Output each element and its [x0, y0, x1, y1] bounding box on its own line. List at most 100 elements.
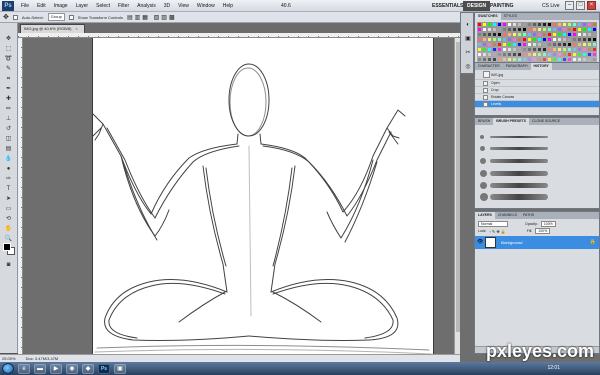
show-transform-label: Show Transform Controls	[77, 14, 123, 20]
menu-image[interactable]: Image	[50, 3, 72, 9]
tab-layers[interactable]: LAYERS	[475, 212, 495, 219]
zoom-icon[interactable]: 🔍	[3, 235, 14, 243]
document-canvas[interactable]	[93, 38, 433, 354]
blur-icon[interactable]: 💧	[3, 155, 14, 163]
folder-icon[interactable]: ▬	[34, 363, 46, 374]
align-icons[interactable]: ▤▥▦ ▧▨▩	[127, 14, 177, 21]
menu-3d[interactable]: 3D	[160, 3, 174, 9]
history-item-selected[interactable]: Levels	[475, 101, 599, 108]
quick-select-icon[interactable]: ✎	[3, 65, 14, 73]
marquee-icon[interactable]: ⬚	[3, 45, 14, 53]
zoom-status[interactable]: 25.00%	[2, 356, 16, 361]
hand-icon[interactable]: ✋	[3, 225, 14, 233]
tab-swatches[interactable]: SWATCHES	[475, 13, 501, 20]
brush-preset[interactable]	[478, 156, 596, 166]
menu-file[interactable]: File	[17, 3, 33, 9]
tab-history[interactable]: HISTORY	[530, 63, 552, 70]
quick-mask-icon[interactable]: ◙	[3, 261, 14, 269]
windows-taskbar: e ▬ ▶ ◉ ◆ Ps ▣ 12:01	[0, 362, 600, 375]
brush-preset[interactable]	[478, 192, 596, 202]
tab-brush-presets[interactable]: BRUSH PRESETS	[493, 118, 530, 125]
menu-edit[interactable]: Edit	[33, 3, 50, 9]
menu-help[interactable]: Help	[219, 3, 237, 9]
show-transform-checkbox[interactable]	[68, 14, 74, 20]
document-tab-bar: IMG.jpg @ 40.6% (RGB/8) ×	[18, 23, 460, 33]
blend-mode-dropdown[interactable]: Normal	[478, 221, 508, 227]
ie-icon[interactable]: e	[18, 363, 30, 374]
lock-icons[interactable]: ▫ ✎ ✥ 🔒	[489, 229, 505, 234]
workspace-painting[interactable]: PAINTING	[486, 1, 518, 11]
history-snapshot[interactable]: IMG.jpg	[475, 70, 599, 80]
eye-icon[interactable]: 👁	[477, 239, 483, 245]
tools-presets-icon[interactable]: ✂	[464, 49, 472, 57]
menu-window[interactable]: Window	[193, 3, 219, 9]
brush-stroke-preview	[490, 136, 548, 138]
3d-rotate-icon[interactable]: ⟲	[3, 215, 14, 223]
move-tool-icon[interactable]: ✥	[3, 13, 9, 21]
canvas-workspace[interactable]	[23, 38, 460, 354]
layer-background[interactable]: 👁 Background 🔒	[475, 236, 599, 249]
move-icon[interactable]: ✥	[3, 35, 14, 43]
lasso-icon[interactable]: ➰	[3, 55, 14, 63]
cs-live-button[interactable]: CS Live	[538, 3, 564, 9]
close-button[interactable]: ×	[587, 1, 596, 10]
brush-preset[interactable]	[478, 144, 596, 154]
shape-icon[interactable]: ▭	[3, 205, 14, 213]
menu-filter[interactable]: Filter	[114, 3, 133, 9]
brush-preset[interactable]	[478, 168, 596, 178]
system-clock[interactable]: 12:01	[547, 365, 560, 371]
media-icon[interactable]: ▶	[50, 363, 62, 374]
browser-icon[interactable]: ◉	[66, 363, 78, 374]
healing-brush-icon[interactable]: ✚	[3, 95, 14, 103]
tab-brush[interactable]: BRUSH	[475, 118, 493, 125]
menu-view[interactable]: View	[174, 3, 193, 9]
menu-layer[interactable]: Layer	[72, 3, 93, 9]
eraser-icon[interactable]: ◫	[3, 135, 14, 143]
adjustments-panel-icon[interactable]: ▣	[464, 35, 472, 43]
path-select-icon[interactable]: ➤	[3, 195, 14, 203]
menu-analysis[interactable]: Analysis	[133, 3, 160, 9]
tab-paths[interactable]: PATHS	[520, 212, 537, 219]
gradient-icon[interactable]: ▤	[3, 145, 14, 153]
history-item-label: IMG.jpg	[491, 72, 504, 77]
close-tab-icon[interactable]: ×	[75, 26, 77, 31]
start-button[interactable]	[2, 363, 14, 374]
history-step-icon	[483, 95, 488, 100]
history-brush-icon[interactable]: ↺	[3, 125, 14, 133]
app-icon[interactable]: ▣	[114, 363, 126, 374]
brush-preset[interactable]	[478, 132, 596, 142]
history-item[interactable]: Open	[475, 80, 599, 87]
workspace-essentials[interactable]: ESSENTIALS	[428, 1, 467, 11]
opacity-field[interactable]: 100%	[540, 221, 556, 227]
options-bar: ✥ Auto-Select: Group Show Transform Cont…	[0, 12, 460, 23]
crop-icon[interactable]: ⌗	[3, 75, 14, 83]
clone-stamp-icon[interactable]: ⊥	[3, 115, 14, 123]
app-icon[interactable]: ◆	[82, 363, 94, 374]
tab-clone-source[interactable]: CLONE SOURCE	[529, 118, 563, 125]
history-item[interactable]: Rotate Canvas	[475, 94, 599, 101]
pen-icon[interactable]: ✑	[3, 175, 14, 183]
document-tab[interactable]: IMG.jpg @ 40.6% (RGB/8) ×	[20, 24, 85, 33]
foreground-color-swatch[interactable]	[3, 243, 11, 251]
brush-preset[interactable]	[478, 180, 596, 190]
minimize-button[interactable]: –	[565, 1, 574, 10]
eyedropper-icon[interactable]: ✒	[3, 85, 14, 93]
zoom-level[interactable]: 40.6	[277, 3, 295, 9]
maximize-button[interactable]: □	[576, 1, 585, 10]
masks-panel-icon[interactable]: ◎	[464, 63, 472, 71]
fill-field[interactable]: 100%	[535, 228, 551, 234]
color-panel-icon[interactable]: ◐	[464, 21, 472, 29]
dodge-icon[interactable]: ●	[3, 165, 14, 173]
tab-channels[interactable]: CHANNELS	[495, 212, 520, 219]
tab-character[interactable]: CHARACTER	[475, 63, 503, 70]
history-item[interactable]: Crop	[475, 87, 599, 94]
brush-icon[interactable]: ✏	[3, 105, 14, 113]
auto-select-checkbox[interactable]	[12, 14, 18, 20]
tab-styles[interactable]: STYLES	[501, 13, 520, 20]
type-icon[interactable]: T	[3, 185, 14, 193]
tab-paragraph[interactable]: PARAGRAPH	[503, 63, 531, 70]
photoshop-taskbar-icon[interactable]: Ps	[98, 363, 110, 374]
menu-select[interactable]: Select	[92, 3, 114, 9]
brush-tip-icon	[480, 158, 486, 164]
auto-select-dropdown[interactable]: Group	[47, 13, 65, 21]
